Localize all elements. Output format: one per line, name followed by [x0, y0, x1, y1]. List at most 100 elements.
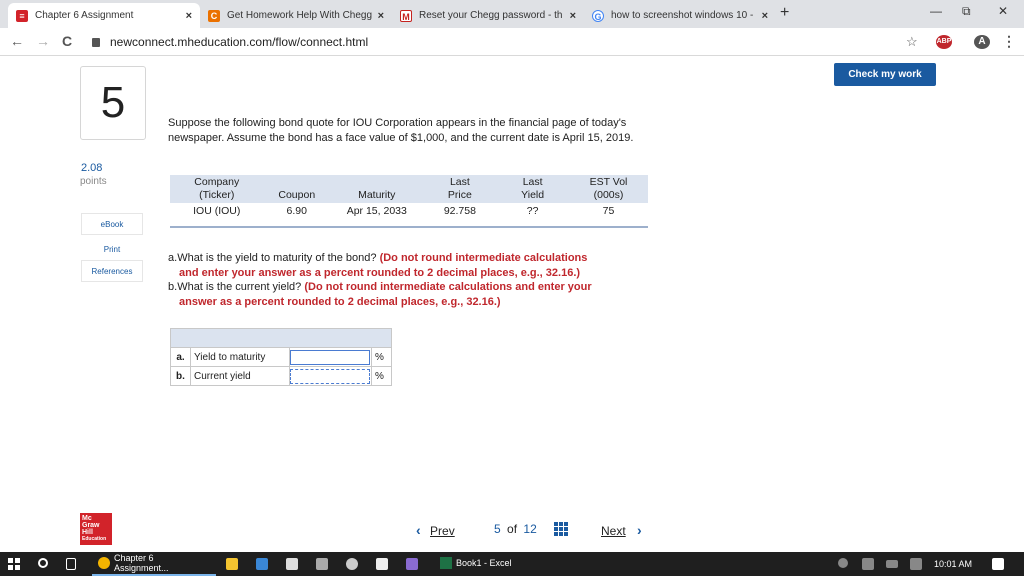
part-a-instructions: and enter your answer as a percent round… — [179, 266, 581, 279]
check-my-work-button[interactable]: Check my work — [834, 63, 936, 86]
answer-label: Yield to maturity — [190, 347, 290, 367]
cell-last-price: 92.758 — [443, 205, 476, 217]
cell-coupon: 6.90 — [286, 205, 307, 217]
app-icon[interactable] — [346, 558, 358, 570]
adblock-extension-icon[interactable]: ABP — [936, 35, 952, 49]
tab-chapter-6-assignment[interactable]: ≡ Chapter 6 Assignment × — [8, 3, 200, 28]
problem-statement: Suppose the following bond quote for IOU… — [168, 117, 634, 144]
browser-tab-strip: ≡ Chapter 6 Assignment × C Get Homework … — [0, 0, 1024, 28]
mail-icon[interactable] — [376, 558, 388, 570]
tab-close-icon[interactable]: × — [570, 10, 576, 22]
bond-quote-table: Company (Ticker) Coupon Maturity Last Pric… — [170, 175, 648, 219]
yield-to-maturity-input[interactable] — [290, 349, 370, 365]
cell-est-vol: 75 — [602, 205, 615, 217]
bookmark-star-icon[interactable]: ☆ — [906, 34, 918, 50]
answer-table-header — [170, 328, 392, 348]
part-a-question: a.What is the yield to maturity of the b… — [168, 252, 588, 264]
chevron-left-icon: ‹ — [416, 522, 421, 538]
references-button[interactable]: References — [81, 260, 143, 282]
battery-icon[interactable] — [886, 560, 898, 568]
gmail-favicon-icon: M — [400, 9, 412, 22]
search-icon[interactable] — [38, 558, 48, 568]
volume-icon[interactable] — [910, 558, 922, 570]
cell-maturity: Apr 15, 2033 — [346, 205, 407, 217]
address-bar[interactable]: newconnect.mheducation.com/flow/connect.… — [88, 32, 926, 52]
browser-menu-icon[interactable]: ⋮ — [1002, 33, 1016, 50]
mcgraw-hill-logo: Mc Graw Hill Education — [80, 513, 112, 545]
window-close-icon[interactable]: ✕ — [998, 4, 1008, 18]
cell-company: IOU (IOU) — [193, 205, 241, 217]
lock-icon — [92, 37, 100, 47]
people-icon[interactable] — [838, 558, 848, 568]
notifications-icon[interactable] — [992, 558, 1004, 570]
points-value: 2.08 — [81, 162, 103, 174]
wifi-icon[interactable] — [862, 558, 874, 570]
app-icon[interactable] — [316, 558, 328, 570]
prev-button[interactable]: ‹ Prev — [416, 522, 455, 538]
answer-table: a. Yield to maturity % b. Current yield … — [170, 328, 392, 386]
tab-title: Reset your Chegg password - th — [419, 10, 563, 21]
mcgraw-hill-favicon-icon: ≡ — [16, 9, 28, 22]
google-favicon-icon: G — [592, 9, 604, 22]
url-text: newconnect.mheducation.com/flow/connect.… — [110, 35, 369, 49]
answer-label: Current yield — [190, 366, 290, 386]
header-coupon: Coupon — [263, 175, 331, 203]
part-b-instructions: answer as a percent rounded to 2 decimal… — [179, 295, 501, 308]
taskbar-chrome-app[interactable]: Chapter 6 Assignment... — [92, 552, 216, 576]
chegg-favicon-icon: C — [208, 9, 220, 22]
taskbar-app-label: Book1 - Excel — [456, 558, 512, 568]
windows-start-icon[interactable] — [8, 558, 20, 570]
restore-icon[interactable]: ⧉ — [962, 4, 971, 19]
task-view-icon[interactable] — [66, 558, 76, 570]
tab-close-icon[interactable]: × — [186, 10, 192, 22]
table-row: IOU (IOU) 6.90 Apr 15, 2033 92.758 ?? 75 — [170, 203, 648, 219]
chrome-icon — [98, 557, 110, 569]
print-button[interactable]: Print — [81, 238, 143, 260]
table-divider — [170, 226, 648, 228]
header-est-vol: EST Vol (000s) — [569, 175, 648, 203]
header-last-yield: Last Yield — [496, 175, 569, 203]
clock[interactable]: 10:01 AM — [934, 552, 972, 576]
edge-icon[interactable] — [256, 558, 268, 570]
chevron-right-icon: › — [637, 522, 642, 538]
header-maturity: Maturity — [330, 175, 424, 203]
tab-title: Chapter 6 Assignment — [35, 10, 134, 21]
forward-icon[interactable]: → — [36, 33, 50, 49]
file-explorer-icon[interactable] — [226, 558, 238, 570]
tab-close-icon[interactable]: × — [378, 10, 384, 22]
points-label: points — [80, 176, 107, 187]
answer-row-yield-to-maturity: a. Yield to maturity % — [170, 347, 392, 367]
answer-letter: b. — [170, 366, 191, 386]
new-tab-button[interactable]: + — [780, 4, 789, 22]
header-company: Company (Ticker) — [170, 175, 264, 203]
current-yield-input[interactable] — [290, 368, 370, 384]
ebook-button[interactable]: eBook — [81, 213, 143, 235]
tab-chegg-homework[interactable]: C Get Homework Help With Chegg × — [200, 3, 392, 28]
percent-unit: % — [371, 366, 392, 386]
tab-title: Get Homework Help With Chegg — [227, 10, 373, 21]
prev-label: Prev — [430, 524, 455, 538]
question-parts: a.What is the yield to maturity of the b… — [168, 251, 668, 309]
taskbar-excel-app[interactable]: Book1 - Excel — [434, 552, 518, 576]
taskbar-app-label: Chapter 6 Assignment... — [114, 553, 169, 573]
app-icon[interactable] — [406, 558, 418, 570]
next-button[interactable]: Next › — [601, 522, 642, 538]
back-icon[interactable]: ← — [10, 33, 24, 49]
tab-screenshot-search[interactable]: G how to screenshot windows 10 - × — [584, 3, 776, 28]
tab-chegg-password[interactable]: M Reset your Chegg password - th × — [392, 3, 584, 28]
excel-icon — [440, 557, 452, 569]
answer-letter: a. — [170, 347, 191, 367]
next-label: Next — [601, 524, 626, 538]
extension-a-icon[interactable]: A — [974, 35, 990, 49]
percent-unit: % — [371, 347, 392, 367]
header-last-price: Last Price — [423, 175, 497, 203]
tab-title: how to screenshot windows 10 - — [611, 10, 754, 21]
reload-icon[interactable]: C — [62, 33, 72, 49]
question-grid-icon[interactable] — [554, 522, 568, 536]
tab-close-icon[interactable]: × — [762, 10, 768, 22]
table-header-row: Company (Ticker) Coupon Maturity Last Pric… — [170, 175, 648, 203]
windows-taskbar: Chapter 6 Assignment... Book1 - Excel 10… — [0, 552, 1024, 576]
minimize-icon[interactable]: — — [930, 4, 942, 18]
store-icon[interactable] — [286, 558, 298, 570]
answer-row-current-yield: b. Current yield % — [170, 366, 392, 386]
